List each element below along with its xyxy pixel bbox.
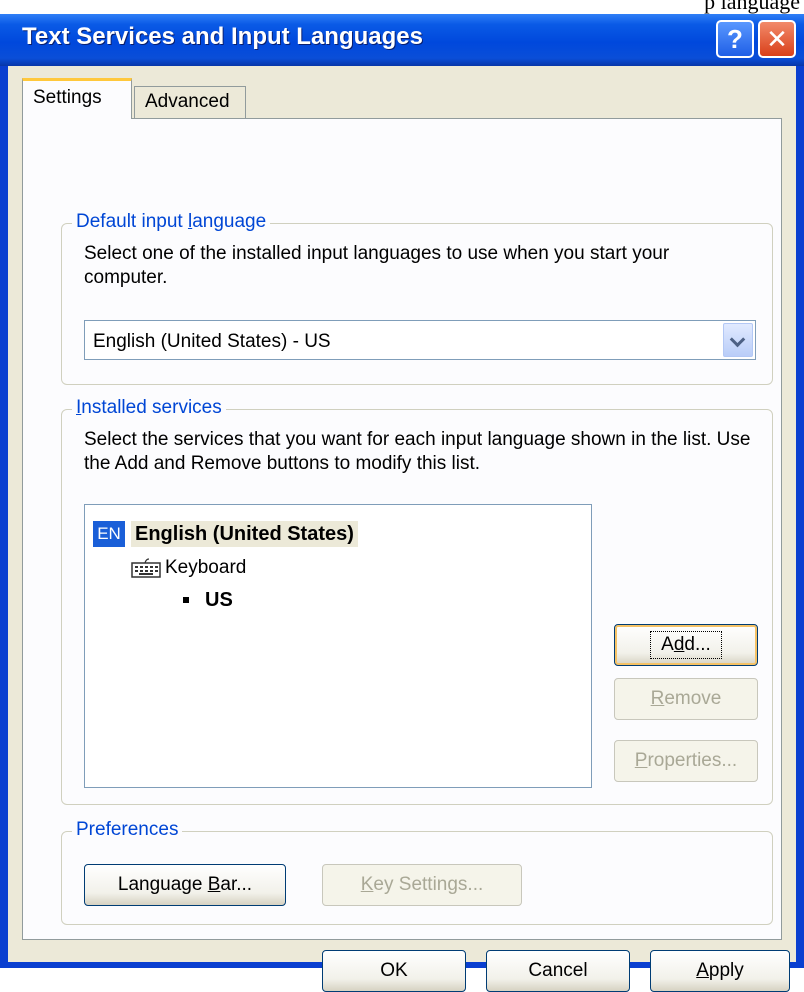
remove-button[interactable]: Remove xyxy=(614,678,758,720)
default-input-description: Select one of the installed input langua… xyxy=(84,243,670,288)
properties-button[interactable]: Properties... xyxy=(614,740,758,782)
help-button[interactable]: ? xyxy=(716,20,754,58)
dialog-window: Text Services and Input Languages ? ✕ Se… xyxy=(0,14,804,992)
apply-button[interactable]: Apply xyxy=(650,950,790,992)
close-icon: ✕ xyxy=(766,23,788,54)
tab-advanced[interactable]: Advanced xyxy=(134,86,246,118)
key-settings-button[interactable]: Key Settings... xyxy=(322,864,522,906)
dialog-client-area: Settings Advanced Default input language… xyxy=(8,66,796,992)
window-title: Text Services and Input Languages xyxy=(22,23,423,50)
tab-panel-settings: Default input language Select one of the… xyxy=(22,118,782,940)
title-bar[interactable]: Text Services and Input Languages ? ✕ xyxy=(0,14,804,66)
language-name: English (United States) xyxy=(131,521,358,547)
help-icon: ? xyxy=(727,23,743,54)
installed-services-tree[interactable]: EN English (United States) Keyboard US xyxy=(84,504,592,788)
close-button[interactable]: ✕ xyxy=(758,20,796,58)
preferences-group: Preferences Language Bar... Key Settings… xyxy=(61,819,773,925)
keyboard-icon xyxy=(131,558,161,578)
ok-button[interactable]: OK xyxy=(322,950,466,992)
cancel-button[interactable]: Cancel xyxy=(486,950,630,992)
background-text: p language xyxy=(704,0,800,14)
installed-services-legend: Installed services xyxy=(72,397,226,419)
keyboard-label: Keyboard xyxy=(165,557,247,578)
default-input-language-legend: Default input language xyxy=(72,211,271,233)
preferences-legend: Preferences xyxy=(72,819,183,841)
installed-services-group: Installed services Select the services t… xyxy=(61,397,773,805)
default-input-language-dropdown[interactable]: English (United States) - US xyxy=(84,320,756,360)
bullet-icon xyxy=(183,597,189,603)
add-button[interactable]: Add... xyxy=(614,624,758,666)
default-input-language-group: Default input language Select one of the… xyxy=(61,211,773,385)
language-badge: EN xyxy=(93,521,125,547)
chevron-down-icon[interactable] xyxy=(723,323,753,357)
selected-language-value: English (United States) - US xyxy=(93,331,331,352)
us-layout-label: US xyxy=(205,589,233,611)
installed-services-description: Select the services that you want for ea… xyxy=(84,429,751,474)
tab-settings[interactable]: Settings xyxy=(22,78,132,119)
language-bar-button[interactable]: Language Bar... xyxy=(84,864,286,906)
background-text-strip: p language xyxy=(0,0,804,14)
